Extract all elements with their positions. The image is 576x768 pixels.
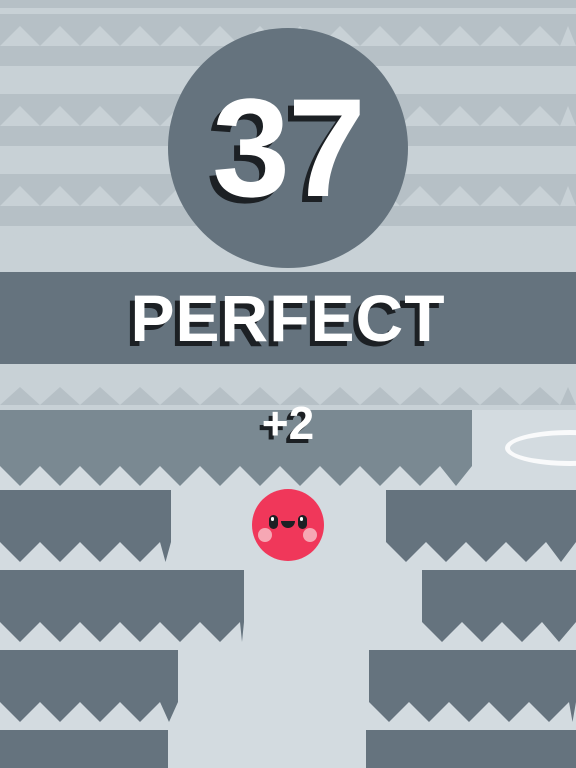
right-wall bbox=[422, 570, 576, 622]
right-wall-spikes bbox=[386, 542, 576, 562]
left-wall-spikes bbox=[0, 622, 244, 642]
mouth bbox=[281, 521, 295, 528]
bonus-points: +2 bbox=[261, 397, 315, 449]
right-wall bbox=[369, 650, 576, 702]
right-wall bbox=[386, 490, 576, 542]
left-blush bbox=[258, 528, 272, 542]
score-display: 37 bbox=[168, 28, 408, 268]
right-wall bbox=[366, 730, 576, 768]
right-wall-spikes bbox=[369, 702, 576, 722]
background-ledge bbox=[0, 8, 576, 14]
wall-top bbox=[0, 410, 472, 466]
left-eye bbox=[269, 515, 278, 529]
left-wall bbox=[0, 730, 168, 768]
left-wall bbox=[0, 570, 244, 622]
left-wall bbox=[0, 490, 171, 542]
rating-text: PERFECT bbox=[130, 281, 446, 355]
right-wall-spikes bbox=[422, 622, 576, 642]
score-value: 37 bbox=[212, 69, 366, 226]
left-wall-spikes bbox=[0, 702, 178, 722]
right-blush bbox=[303, 528, 317, 542]
left-wall bbox=[0, 650, 178, 702]
rating-banner: PERFECT bbox=[0, 272, 576, 364]
wall-top-spikes bbox=[0, 466, 472, 486]
player-ball bbox=[252, 489, 324, 561]
game-stage[interactable]: 37 PERFECT +2 bbox=[0, 0, 576, 768]
right-eye bbox=[298, 515, 307, 529]
left-wall-spikes bbox=[0, 542, 171, 562]
